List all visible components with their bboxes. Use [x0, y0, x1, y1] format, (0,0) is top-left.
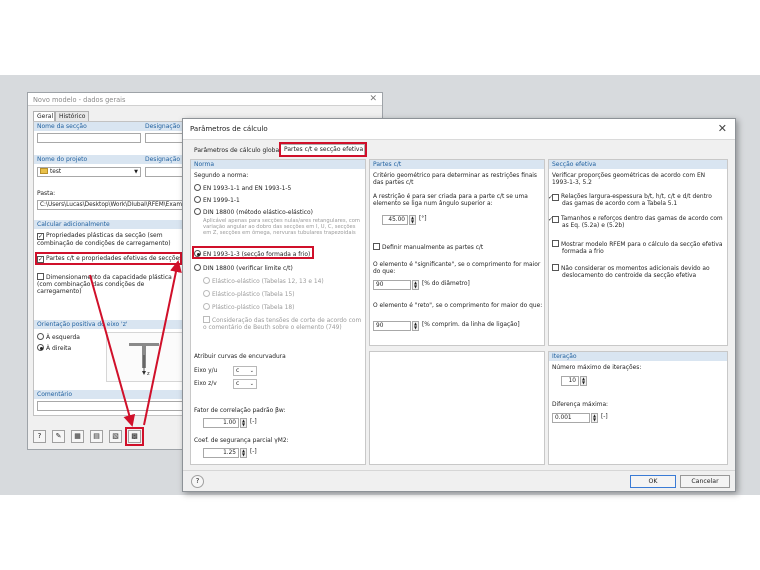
annotation-arrows	[89, 260, 182, 427]
arrow-to-norma-option	[143, 260, 182, 426]
arrow-to-calc-button	[89, 274, 136, 427]
